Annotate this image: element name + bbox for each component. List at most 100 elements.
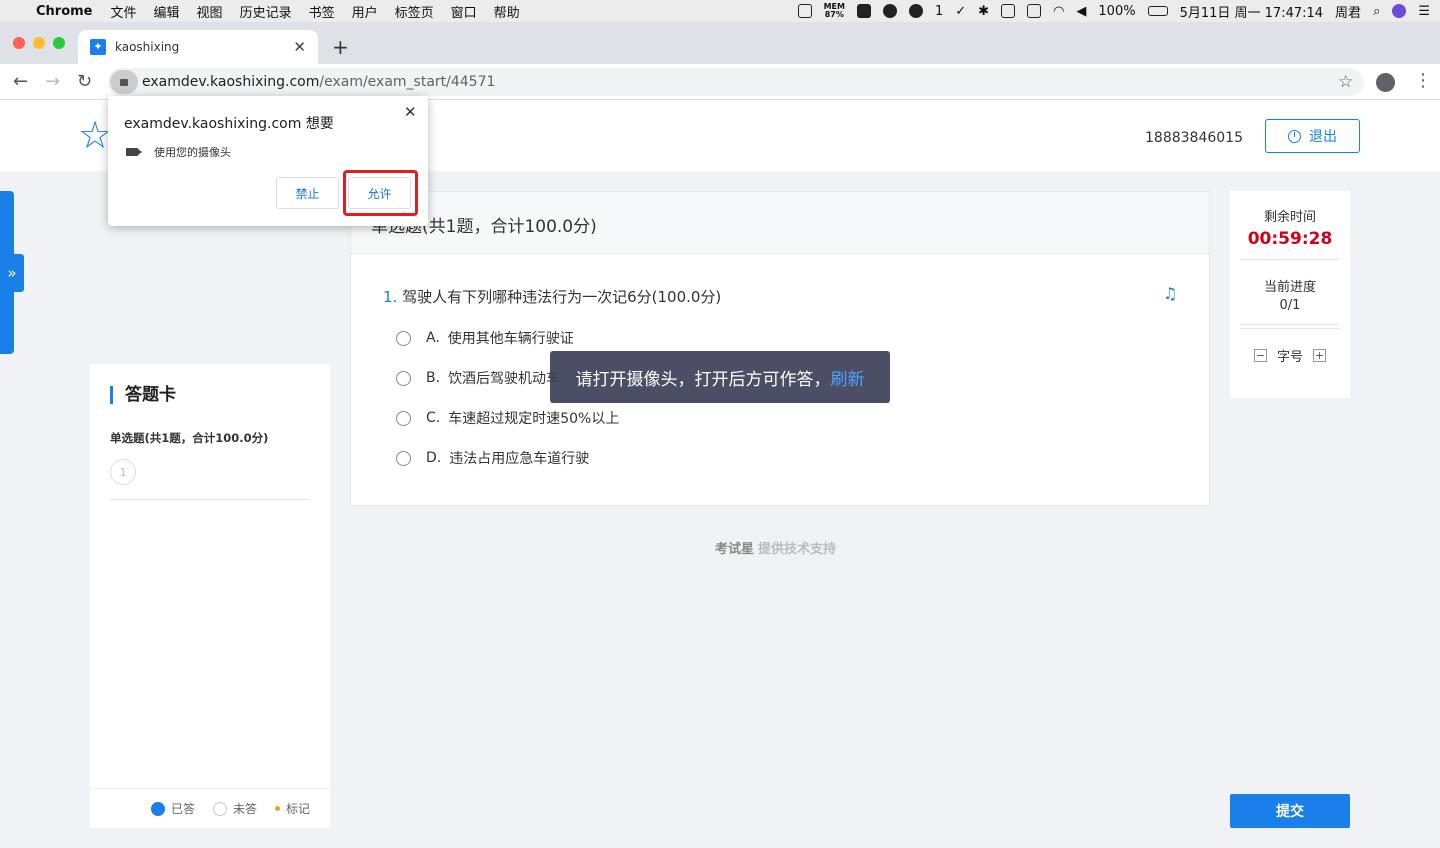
answer-card: 答题卡 单选题(共1题，合计100.0分) 1 已答 未答 标记 [90,364,330,828]
memory-value: 87% [824,10,844,19]
new-tab-button[interactable]: + [332,35,349,59]
screenshot-icon[interactable] [797,4,812,18]
font-decrease-button[interactable]: − [1253,349,1267,362]
address-bar[interactable]: examdev.kaoshixing.com/exam/exam_start/4… [108,68,1364,96]
option-b-radio[interactable] [396,370,411,386]
option-d-radio[interactable] [396,450,411,466]
wifi-icon[interactable]: ◠ [1053,4,1064,19]
notification-center-icon[interactable]: ☰ [1418,4,1430,19]
divider [110,499,310,500]
option-a-letter: A. [426,330,440,346]
menu-bookmarks[interactable]: 书签 [309,2,335,21]
window-close-button[interactable] [13,37,25,49]
option-b[interactable]: B. 饮酒后驾驶机动车 [396,368,560,388]
menubar-app-name[interactable]: Chrome [36,4,93,19]
airplay-icon[interactable] [1001,4,1016,18]
menubar-user[interactable]: 周君 [1335,2,1361,21]
deny-button[interactable]: 禁止 [276,177,339,209]
menu-view[interactable]: 视图 [197,2,223,21]
option-c-radio[interactable] [396,410,411,426]
permission-close-icon[interactable]: ✕ [404,103,417,121]
wechat-count: 1 [934,3,944,19]
option-a-radio[interactable] [396,330,411,346]
wechat-icon[interactable] [908,4,923,18]
legend-marked: 标记 [274,800,310,817]
power-icon [1288,129,1301,143]
exam-status-panel: 剩余时间 00:59:28 当前进度 0/1 − 字号 + [1230,191,1350,398]
mark-flag-icon[interactable]: ♫ [1163,284,1177,303]
bluetooth-icon[interactable]: ✱ [978,4,989,19]
siri-icon[interactable] [1392,4,1407,18]
menu-window[interactable]: 窗口 [451,2,477,21]
question-stem: 驾驶人有下列哪种违法行为一次记6分(100.0分) [402,288,722,306]
answer-card-section: 单选题(共1题，合计100.0分) [110,431,269,445]
option-b-letter: B. [426,370,441,386]
option-d[interactable]: D. 违法占用应急车道行驶 [396,448,589,468]
camera-warning-toast: 请打开摄像头，打开后方可作答， 刷新 [550,351,890,403]
browser-tab[interactable]: ✦ kaoshixing ✕ [78,30,318,64]
bookmark-star-icon[interactable]: ☆ [1338,72,1353,92]
volume-icon[interactable]: ◀ [1076,4,1086,19]
option-c-letter: C. [426,410,441,426]
menu-file[interactable]: 文件 [111,2,137,21]
menu-help[interactable]: 帮助 [494,2,520,21]
footer-credit: 考试星 提供技术支持 [715,538,836,557]
tab-close-icon[interactable]: ✕ [293,38,306,56]
allow-highlight-box [343,170,418,216]
submit-button[interactable]: 提交 [1230,794,1350,828]
url-path: /exam/exam_start/44571 [319,74,496,90]
site-favicon: ✦ [90,39,106,55]
menu-history[interactable]: 历史记录 [240,2,292,21]
progress-value: 0/1 [1279,298,1301,313]
menu-tab[interactable]: 标签页 [395,2,434,21]
refresh-link[interactable]: 刷新 [831,365,865,390]
back-button[interactable]: ← [13,71,28,92]
answered-dot-icon [150,801,165,816]
menubar-clock[interactable]: 5月11日 周一 17:47:14 [1180,2,1323,21]
legend-unanswered: 未答 [212,800,257,817]
toast-text: 请打开摄像头，打开后方可作答， [575,369,831,390]
font-size-label: 字号 [1276,350,1303,365]
font-size-control: − 字号 + [1230,346,1350,365]
vpn-icon[interactable] [882,4,897,18]
camera-permission-popup: examdev.kaoshixing.com 想要 ✕ 使用您的摄像头 禁止 允… [108,96,428,226]
user-phone: 18883846015 [1145,130,1243,146]
feather-icon[interactable]: ✓ [955,4,966,19]
permission-request-text: 使用您的摄像头 [154,146,231,159]
spotlight-search-icon[interactable]: ⌕ [1373,4,1380,19]
lock-icon[interactable] [110,70,138,94]
menu-edit[interactable]: 编辑 [154,2,180,21]
option-a[interactable]: A. 使用其他车辆行驶证 [396,328,574,348]
camera-icon [126,148,142,156]
macos-menubar: Chrome 文件 编辑 视图 历史记录 书签 用户 标签页 窗口 帮助 MEM… [0,0,1440,22]
browser-menu-icon[interactable]: ⋮ [1414,70,1432,91]
logout-button[interactable]: 退出 [1265,119,1360,153]
reload-button[interactable]: ↻ [77,71,92,92]
divider [1240,328,1340,329]
footer-brand: 考试星 [715,542,755,557]
window-minimize-button[interactable] [33,37,45,49]
divider [1240,259,1340,260]
time-remaining-value: 00:59:28 [1247,229,1333,249]
option-c[interactable]: C. 车速超过规定时速50%以上 [396,408,619,428]
battery-percent: 100% [1098,3,1136,19]
input-method-icon[interactable] [1027,4,1042,18]
expand-chevron-icon[interactable]: » [0,254,24,292]
forward-button[interactable]: → [45,71,60,92]
profile-avatar-icon[interactable] [1376,73,1395,92]
tab-title: kaoshixing [115,40,180,54]
battery-icon[interactable] [1147,6,1168,16]
window-zoom-button[interactable] [53,37,65,49]
permission-title: examdev.kaoshixing.com 想要 [124,116,334,132]
browser-tabbar: ✦ kaoshixing ✕ + [0,22,1440,64]
site-logo-icon[interactable]: ☆ [78,116,112,154]
unanswered-dot-icon [212,801,227,816]
font-increase-button[interactable]: + [1313,349,1326,362]
menu-people[interactable]: 用户 [352,2,378,21]
app-w-icon[interactable] [856,4,871,18]
option-b-text: 饮酒后驾驶机动车 [448,371,561,387]
memory-indicator[interactable]: MEM 87% [824,3,845,19]
option-d-text: 违法占用应急车道行驶 [449,451,590,467]
question-number-button[interactable]: 1 [110,459,136,485]
time-remaining-label: 剩余时间 [1263,210,1316,225]
